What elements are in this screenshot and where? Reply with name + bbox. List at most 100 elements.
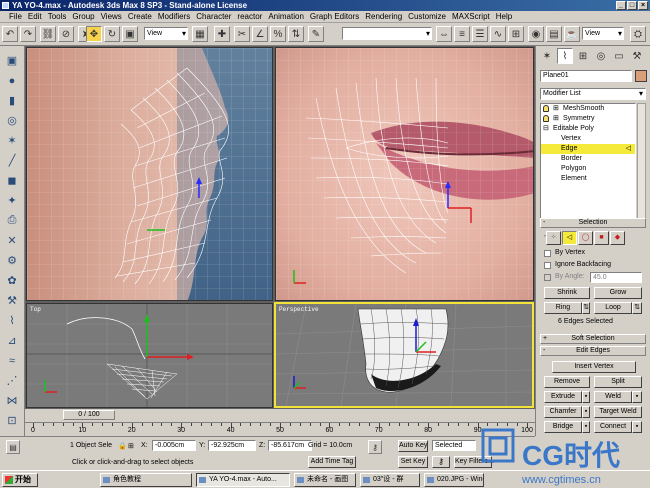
select-scale-icon[interactable]: ▣ (122, 26, 138, 42)
render-scene-icon[interactable]: ▤ (546, 26, 562, 42)
add-time-tag-button[interactable]: Add Time Tag (308, 456, 356, 468)
quick-render-icon[interactable]: ☕ (564, 26, 580, 42)
polygon-mode-icon[interactable]: ■ (594, 231, 609, 245)
time-slider[interactable]: 0 / 100 (63, 410, 115, 420)
edge-mode-icon[interactable]: ◁ (562, 231, 577, 245)
bend-icon[interactable]: ⌇ (3, 312, 21, 329)
ffd-icon[interactable]: ⊡ (3, 412, 21, 429)
spinner-snap-icon[interactable]: ⇅ (288, 26, 304, 42)
menu-tools[interactable]: Tools (45, 11, 70, 22)
noise-icon[interactable]: ⋰ (3, 372, 21, 389)
create-line-icon[interactable]: ╱ (3, 152, 21, 169)
by-angle-input[interactable]: 45.0 (590, 272, 642, 283)
soft-selection-rollout-header[interactable]: + Soft Selection (540, 334, 646, 344)
maximize-button[interactable]: □ (627, 1, 637, 10)
menu-rendering[interactable]: Rendering (362, 11, 405, 22)
insert-vertex-button[interactable]: Insert Vertex (552, 361, 636, 373)
display-tab-icon[interactable]: ▭ (611, 48, 627, 64)
schematic-view-icon[interactable]: ⊞ (508, 26, 524, 42)
create-spacewarp-icon[interactable]: ⚙ (3, 252, 21, 269)
stack-scrollbar[interactable] (637, 103, 646, 227)
create-star-icon[interactable]: ✶ (3, 132, 21, 149)
ring-button[interactable]: Ring (544, 302, 582, 314)
selection-rollout-header[interactable]: - Selection (540, 218, 646, 228)
menu-views[interactable]: Views (98, 11, 125, 22)
viewport-top[interactable]: Top (26, 303, 273, 408)
select-move-icon[interactable]: ✥ (86, 26, 102, 42)
maxscript-listener-icon[interactable]: ▤ (6, 440, 20, 454)
by-angle-checkbox[interactable] (544, 274, 551, 281)
ring-spinner[interactable]: ⇅ (582, 302, 590, 314)
stack-item-meshsmooth[interactable]: ⊞ MeshSmooth (541, 104, 635, 114)
y-coordinate-field[interactable]: -92.925cm (208, 440, 256, 451)
stack-subobject-vertex[interactable]: Vertex (541, 134, 635, 144)
angle-snap-icon[interactable]: ∠ (252, 26, 268, 42)
ignore-backfacing-checkbox[interactable] (544, 262, 551, 269)
modify-tab-icon[interactable]: ⌇ (557, 48, 573, 64)
menu-customize[interactable]: Customize (405, 11, 449, 22)
menu-modifiers[interactable]: Modifiers (155, 11, 193, 22)
loop-spinner[interactable]: ⇅ (632, 302, 642, 314)
menu-create[interactable]: Create (125, 11, 155, 22)
by-vertex-checkbox[interactable] (544, 250, 551, 257)
task-button-2[interactable]: YA YO-4.max - Auto... (196, 473, 290, 487)
create-light-icon[interactable]: ✦ (3, 192, 21, 209)
select-rotate-icon[interactable]: ↻ (104, 26, 120, 42)
stack-subobject-polygon[interactable]: Polygon (541, 164, 635, 174)
render-type-dropdown[interactable]: View (582, 27, 624, 40)
task-button-3[interactable]: 未命名 - 画图 (294, 473, 356, 487)
wave-icon[interactable]: ≈ (3, 352, 21, 369)
split-button[interactable]: Split (594, 376, 642, 388)
viewport-front[interactable] (275, 47, 534, 301)
named-selection-dropdown[interactable] (342, 27, 432, 40)
create-cylinder-icon[interactable]: ▮ (3, 92, 21, 109)
lightbulb-icon[interactable] (543, 115, 549, 122)
extrude-button[interactable]: Extrude (544, 391, 582, 403)
layer-manager-icon[interactable]: ☰ (472, 26, 488, 42)
target-weld-button[interactable]: Target Weld (594, 406, 642, 418)
mirror-icon[interactable]: ⇔ (436, 26, 452, 42)
grow-button[interactable]: Grow (594, 287, 642, 299)
auto-key-button[interactable]: Auto Key (398, 440, 428, 452)
modifier-list-dropdown[interactable]: Modifier List (540, 88, 646, 100)
vertex-mode-icon[interactable]: ⁘ (546, 231, 561, 245)
create-tab-icon[interactable]: ✶ (539, 48, 555, 64)
menu-graph-editors[interactable]: Graph Editors (307, 11, 362, 22)
redo-icon[interactable]: ↷ (20, 26, 36, 42)
key-icon[interactable]: ⚷ (368, 440, 382, 454)
task-button-4[interactable]: 03"设 - 群 (360, 473, 420, 487)
reference-coord-dropdown[interactable]: View (144, 27, 188, 40)
edit-edges-rollout-header[interactable]: - Edit Edges (540, 346, 646, 356)
create-box-icon[interactable]: ▣ (3, 52, 21, 69)
create-tube-icon[interactable]: ◎ (3, 112, 21, 129)
select-link-icon[interactable]: ⛓ (40, 26, 56, 42)
named-selection-icon[interactable]: ✎ (308, 26, 324, 42)
stack-item-editable-poly[interactable]: ⊟ Editable Poly (541, 124, 635, 134)
stack-toggle-icon[interactable]: ⊞ (553, 104, 559, 114)
track-bar[interactable]: 0 10 20 30 40 50 60 70 80 90 100 (25, 422, 535, 435)
stack-item-symmetry[interactable]: ⊞ Symmetry (541, 114, 635, 124)
stack-subobject-border[interactable]: Border (541, 154, 635, 164)
stack-collapse-icon[interactable]: ⊟ (543, 124, 549, 134)
snap-icon[interactable]: ✂ (234, 26, 250, 42)
menu-maxscript[interactable]: MAXScript (449, 11, 493, 22)
extrude-settings-button[interactable]: ▪ (582, 391, 590, 403)
menu-group[interactable]: Group (69, 11, 97, 22)
remove-button[interactable]: Remove (544, 376, 590, 388)
element-mode-icon[interactable]: ◆ (610, 231, 625, 245)
task-button-5[interactable]: 020.JPG - Windows ... (424, 473, 484, 487)
absolute-mode-icon[interactable]: ⊞ (128, 442, 134, 450)
shrink-button[interactable]: Shrink (544, 287, 590, 299)
pivot-icon[interactable]: ▦ (192, 26, 208, 42)
menu-reactor[interactable]: reactor (234, 11, 265, 22)
key-mode-dropdown[interactable]: Selected (432, 440, 476, 451)
x-coordinate-field[interactable]: -0.005cm (152, 440, 196, 451)
undo-icon[interactable]: ↶ (2, 26, 18, 42)
weld-settings-button[interactable]: ▪ (632, 391, 642, 403)
utilities-tab-icon[interactable]: ⚒ (629, 48, 645, 64)
taper-icon[interactable]: ⊿ (3, 332, 21, 349)
loop-button[interactable]: Loop (594, 302, 632, 314)
curve-editor-icon[interactable]: ∿ (490, 26, 506, 42)
menu-character[interactable]: Character (193, 11, 234, 22)
viewport-perspective[interactable]: Perspective (274, 302, 534, 408)
